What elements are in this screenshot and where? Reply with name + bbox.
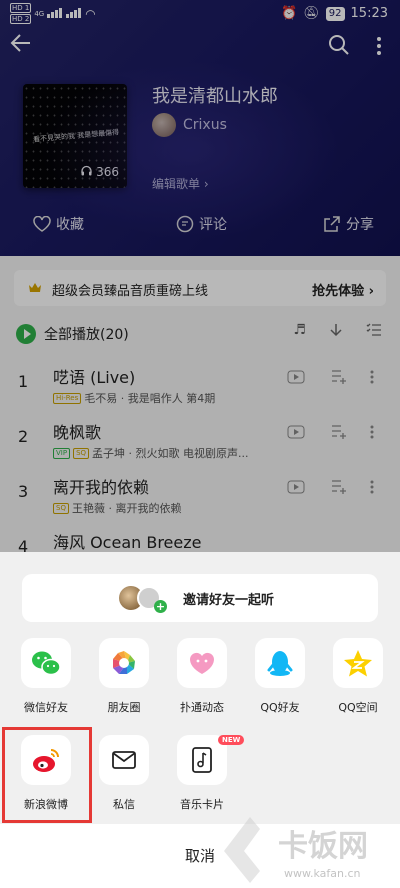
share-music-card[interactable]: 音乐卡片 [164, 735, 242, 819]
share-putong[interactable]: 扑通动态 [164, 638, 242, 722]
share-label: 朋友圈 [107, 701, 141, 714]
share-qzone[interactable]: QQ空间 [320, 638, 398, 722]
share-wechat-friend[interactable]: 微信好友 [8, 638, 86, 722]
share-label: 扑通动态 [180, 701, 224, 714]
weibo-highlight-box [2, 727, 92, 823]
putong-heart-icon [177, 638, 227, 688]
cancel-button[interactable]: 取消 [0, 824, 400, 888]
share-label: 私信 [113, 798, 135, 811]
share-label: QQ空间 [338, 701, 378, 714]
share-moments[interactable]: 朋友圈 [86, 638, 164, 722]
new-badge: NEW [218, 735, 245, 745]
share-qq-friend[interactable]: QQ好友 [242, 638, 320, 722]
wechat-icon [21, 638, 71, 688]
moments-aperture-icon [99, 638, 149, 688]
invite-text: 邀请好友一起听 [183, 593, 275, 608]
share-private-message[interactable]: 私信 [86, 735, 164, 819]
qq-penguin-icon [255, 638, 305, 688]
qzone-star-icon [333, 638, 383, 688]
invite-friends-button[interactable]: + 邀请好友一起听 [22, 574, 378, 622]
envelope-icon [99, 735, 149, 785]
share-label: 微信好友 [24, 701, 68, 714]
plus-icon: + [154, 600, 167, 613]
share-label: 音乐卡片 [180, 798, 224, 811]
modal-overlay[interactable] [0, 0, 400, 552]
share-label: QQ好友 [260, 701, 300, 714]
